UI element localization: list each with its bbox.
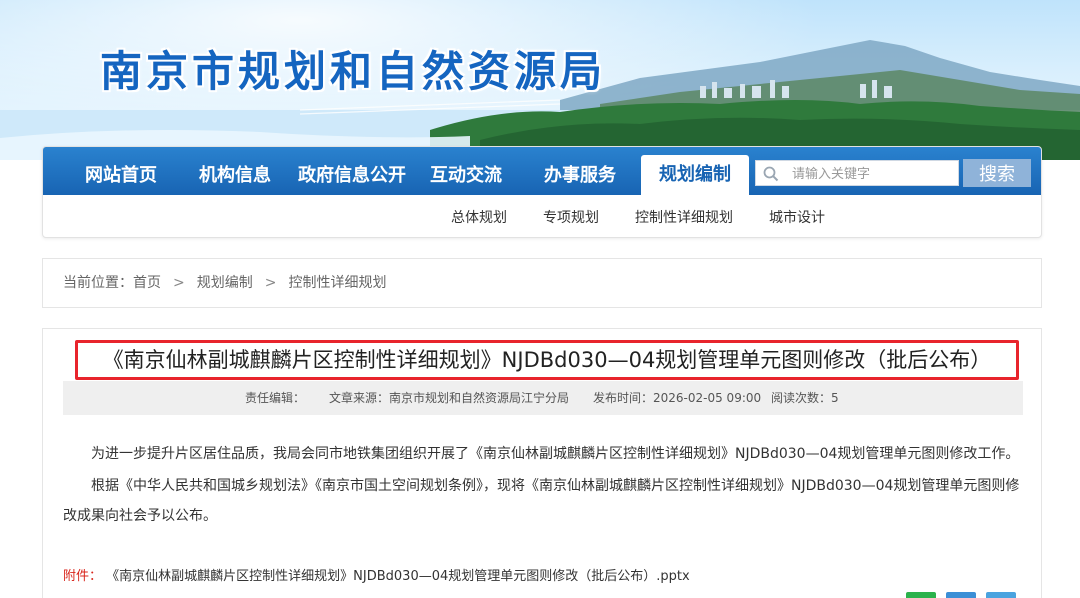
site-title: 南京市规划和自然资源局 [100, 47, 607, 96]
sub-nav-urban-design[interactable]: 城市设计 [769, 207, 825, 227]
breadcrumb-prefix: 当前位置： [63, 275, 133, 291]
article-meta: 责任编辑： 文章来源：南京市规划和自然资源局江宁分局 发布时间：2026-02-… [63, 381, 1023, 415]
search-box [755, 160, 959, 186]
meta-views: 阅读次数：5 [771, 391, 839, 405]
meta-published: 发布时间：2026-02-05 09:00 [593, 391, 762, 405]
breadcrumb-home[interactable]: 首页 [133, 275, 161, 291]
meta-editor: 责任编辑： [245, 391, 306, 405]
breadcrumb-separator: > [173, 275, 185, 291]
wechat-share-icon[interactable] [906, 592, 936, 598]
nav-item-planning[interactable]: 规划编制 [641, 155, 749, 195]
breadcrumb-separator: > [264, 275, 277, 291]
nav-item-gov-info[interactable]: 政府信息公开 [291, 147, 413, 195]
weibo-share-icon[interactable] [986, 592, 1016, 598]
article-paragraph: 为进一步提升片区居住品质，我局会同市地铁集团组织开展了《南京仙林副城麒麟片区控制… [91, 446, 1020, 462]
sub-nav-special-planning[interactable]: 专项规划 [543, 207, 599, 227]
search-input[interactable] [792, 161, 956, 185]
attachment-link[interactable]: 《南京仙林副城麒麟片区控制性详细规划》NJDBd030—04规划管理单元图则修改… [106, 569, 690, 584]
search-icon [763, 166, 779, 182]
sub-nav-overall-planning[interactable]: 总体规划 [451, 207, 507, 227]
article-title: 《南京仙林副城麒麟片区控制性详细规划》NJDBd030—04规划管理单元图则修改… [102, 348, 992, 372]
nav-item-services[interactable]: 办事服务 [519, 147, 641, 195]
nav-item-home[interactable]: 网站首页 [63, 147, 179, 195]
breadcrumb: 当前位置：首页 > 规划编制 > 控制性详细规划 [42, 258, 1042, 308]
title-highlight-box: 《南京仙林副城麒麟片区控制性详细规划》NJDBd030—04规划管理单元图则修改… [75, 340, 1019, 380]
nav-item-organization[interactable]: 机构信息 [179, 147, 291, 195]
search-button[interactable]: 搜索 [963, 159, 1031, 187]
breadcrumb-detailed-planning[interactable]: 控制性详细规划 [288, 275, 386, 291]
nav-item-interaction[interactable]: 互动交流 [413, 147, 519, 195]
article-panel: 《南京仙林副城麒麟片区控制性详细规划》NJDBd030—04规划管理单元图则修改… [42, 328, 1042, 598]
attachment-label: 附件： [63, 569, 103, 584]
nav-bar: 网站首页 机构信息 政府信息公开 互动交流 办事服务 规划编制 搜索 [43, 147, 1041, 195]
qzone-share-icon[interactable] [946, 592, 976, 598]
site-banner: 南京市规划和自然资源局 [0, 0, 1080, 160]
sub-nav-detailed-planning[interactable]: 控制性详细规划 [635, 207, 733, 227]
main-nav: 网站首页 机构信息 政府信息公开 互动交流 办事服务 规划编制 搜索 总体规划 … [42, 146, 1042, 238]
attachment: 附件： 《南京仙林副城麒麟片区控制性详细规划》NJDBd030—04规划管理单元… [63, 565, 690, 584]
breadcrumb-planning[interactable]: 规划编制 [197, 275, 253, 291]
meta-source: 文章来源：南京市规划和自然资源局江宁分局 [329, 391, 570, 405]
article-paragraph: 根据《中华人民共和国城乡规划法》《南京市国土空间规划条例》，现将《南京仙林副城麒… [63, 478, 1020, 524]
